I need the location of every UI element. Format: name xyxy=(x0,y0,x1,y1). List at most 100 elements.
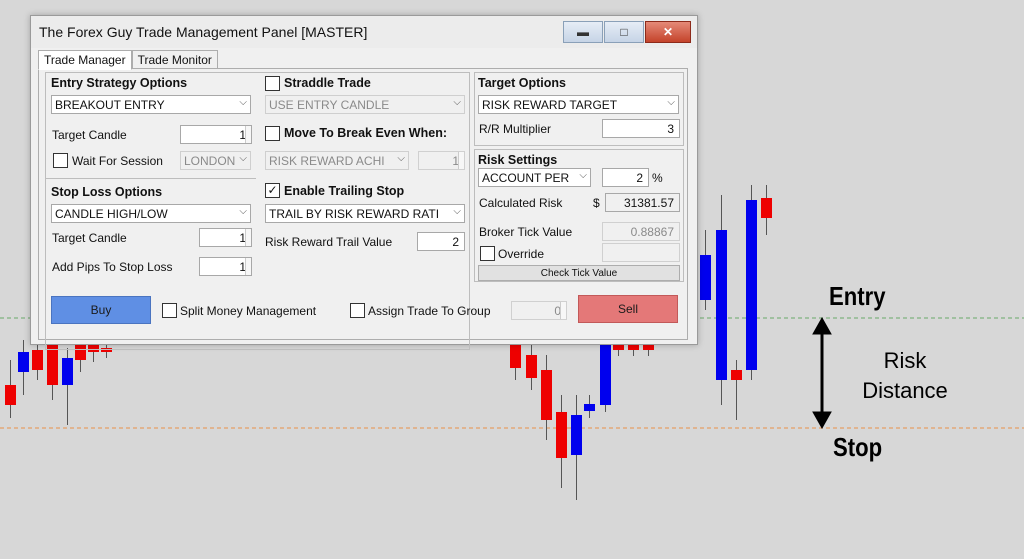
session-select[interactable]: LONDON ⌵ xyxy=(180,151,251,170)
target-value: RISK REWARD TARGET xyxy=(482,98,618,112)
trailing-mode-select[interactable]: TRAIL BY RISK REWARD RATI ⌵ xyxy=(265,204,465,223)
risk-distance-annotation: Risk Distance xyxy=(850,346,960,406)
stop-loss-heading: Stop Loss Options xyxy=(51,185,163,199)
chevron-down-icon: ⌵ xyxy=(665,97,675,108)
calculated-risk-label: Calculated Risk xyxy=(479,196,563,210)
risk-distance-arrow xyxy=(812,316,832,430)
candlestick xyxy=(541,355,552,440)
enable-trailing-stop-checkbox[interactable]: ✓ xyxy=(265,183,280,198)
target-select[interactable]: RISK REWARD TARGET ⌵ xyxy=(478,95,679,114)
candlestick xyxy=(761,185,772,235)
candlestick xyxy=(5,360,16,418)
trailing-mode-value: TRAIL BY RISK REWARD RATI xyxy=(269,207,440,221)
target-options-heading: Target Options xyxy=(478,76,566,90)
group-number-input[interactable]: 0 xyxy=(511,301,567,320)
risk-percent-input[interactable]: 2 xyxy=(602,168,649,187)
wait-for-session-checkbox[interactable] xyxy=(53,153,68,168)
broker-tick-value-box: 0.88867 xyxy=(602,222,680,241)
candle-body xyxy=(716,230,727,380)
maximize-button[interactable]: □ xyxy=(604,21,644,43)
split-money-checkbox[interactable] xyxy=(162,303,177,318)
spinner-icon[interactable] xyxy=(245,229,251,246)
entry-target-candle-input[interactable]: 1 xyxy=(180,125,252,144)
currency-symbol: $ xyxy=(593,196,600,210)
spinner-icon[interactable] xyxy=(560,302,566,319)
stop-loss-value: CANDLE HIGH/LOW xyxy=(55,207,168,221)
candle-body xyxy=(643,345,654,350)
candle-body xyxy=(5,385,16,405)
sell-button[interactable]: Sell xyxy=(578,295,678,323)
session-value: LONDON xyxy=(184,154,236,168)
candle-body xyxy=(556,412,567,458)
candle-body xyxy=(571,415,582,455)
candlestick xyxy=(526,345,537,390)
calculated-risk-value-box: 31381.57 xyxy=(605,193,680,212)
check-tick-value-button[interactable]: Check Tick Value xyxy=(478,265,680,281)
percent-symbol: % xyxy=(652,171,663,185)
candle-body xyxy=(584,404,595,411)
risk-annotation-line2: Distance xyxy=(862,378,948,403)
straddle-candle-value: USE ENTRY CANDLE xyxy=(269,98,390,112)
entry-strategy-select[interactable]: BREAKOUT ENTRY ⌵ xyxy=(51,95,251,114)
candlestick xyxy=(556,395,567,488)
entry-annotation: Entry xyxy=(829,281,886,311)
override-input[interactable] xyxy=(602,243,680,262)
candlestick xyxy=(62,348,73,425)
title-bar[interactable]: The Forex Guy Trade Management Panel [MA… xyxy=(31,16,697,48)
stop-loss-select[interactable]: CANDLE HIGH/LOW ⌵ xyxy=(51,204,251,223)
break-even-select[interactable]: RISK REWARD ACHI ⌵ xyxy=(265,151,409,170)
override-label: Override xyxy=(498,247,545,261)
spinner-icon[interactable] xyxy=(245,258,251,275)
move-break-even-checkbox[interactable] xyxy=(265,126,280,141)
override-checkbox[interactable] xyxy=(480,246,495,261)
add-pips-input[interactable]: 1 xyxy=(199,257,252,276)
broker-tick-value: 0.88867 xyxy=(630,225,674,239)
stop-target-candle-input[interactable]: 1 xyxy=(199,228,252,247)
candle-body xyxy=(746,200,757,370)
candle-body xyxy=(62,358,73,385)
chevron-down-icon: ⌵ xyxy=(237,153,247,164)
trail-value-input[interactable]: 2 xyxy=(417,232,465,251)
candlestick xyxy=(584,395,595,418)
risk-annotation-line1: Risk xyxy=(883,348,927,373)
assign-group-checkbox[interactable] xyxy=(350,303,365,318)
rr-multiplier-value: 3 xyxy=(667,122,674,136)
minimize-button[interactable]: ▬ xyxy=(563,21,603,43)
candle-body xyxy=(613,345,624,350)
trail-value-label: Risk Reward Trail Value xyxy=(265,235,393,249)
buy-button[interactable]: Buy xyxy=(51,296,151,324)
candle-body xyxy=(18,352,29,372)
tab-trade-monitor[interactable]: Trade Monitor xyxy=(131,50,218,70)
spinner-icon[interactable] xyxy=(245,126,251,143)
candle-body xyxy=(510,345,521,368)
candlestick xyxy=(571,395,582,500)
tab-trade-manager[interactable]: Trade Manager xyxy=(38,50,132,70)
close-button[interactable]: ✕ xyxy=(645,21,691,43)
candlestick xyxy=(746,185,757,380)
chevron-down-icon: ⌵ xyxy=(577,170,587,181)
risk-mode-select[interactable]: ACCOUNT PER ⌵ xyxy=(478,168,591,187)
spinner-icon[interactable] xyxy=(458,152,464,169)
chevron-down-icon: ⌵ xyxy=(451,206,461,217)
rr-multiplier-input[interactable]: 3 xyxy=(602,119,680,138)
break-even-value: RISK REWARD ACHI xyxy=(269,154,385,168)
entry-strategy-heading: Entry Strategy Options xyxy=(51,76,188,90)
entry-strategy-value: BREAKOUT ENTRY xyxy=(55,98,165,112)
straddle-candle-select[interactable]: USE ENTRY CANDLE ⌵ xyxy=(265,95,465,114)
straddle-trade-label: Straddle Trade xyxy=(284,76,371,90)
split-money-label: Split Money Management xyxy=(180,304,317,318)
window-title: The Forex Guy Trade Management Panel [MA… xyxy=(39,24,368,40)
tab-strip: Trade Manager Trade Monitor xyxy=(38,50,218,70)
calculated-risk-value: 31381.57 xyxy=(623,196,674,210)
candle-body xyxy=(700,255,711,300)
break-even-number-input[interactable]: 1 xyxy=(418,151,465,170)
straddle-trade-checkbox[interactable] xyxy=(265,76,280,91)
trail-value: 2 xyxy=(452,235,459,249)
risk-settings-heading: Risk Settings xyxy=(478,153,558,167)
stop-target-candle-label: Target Candle xyxy=(52,231,127,245)
candlestick xyxy=(716,195,727,405)
enable-trailing-stop-label: Enable Trailing Stop xyxy=(284,184,405,198)
chevron-down-icon: ⌵ xyxy=(237,206,247,217)
trade-management-window: The Forex Guy Trade Management Panel [MA… xyxy=(30,15,698,350)
add-pips-label: Add Pips To Stop Loss xyxy=(52,260,173,274)
